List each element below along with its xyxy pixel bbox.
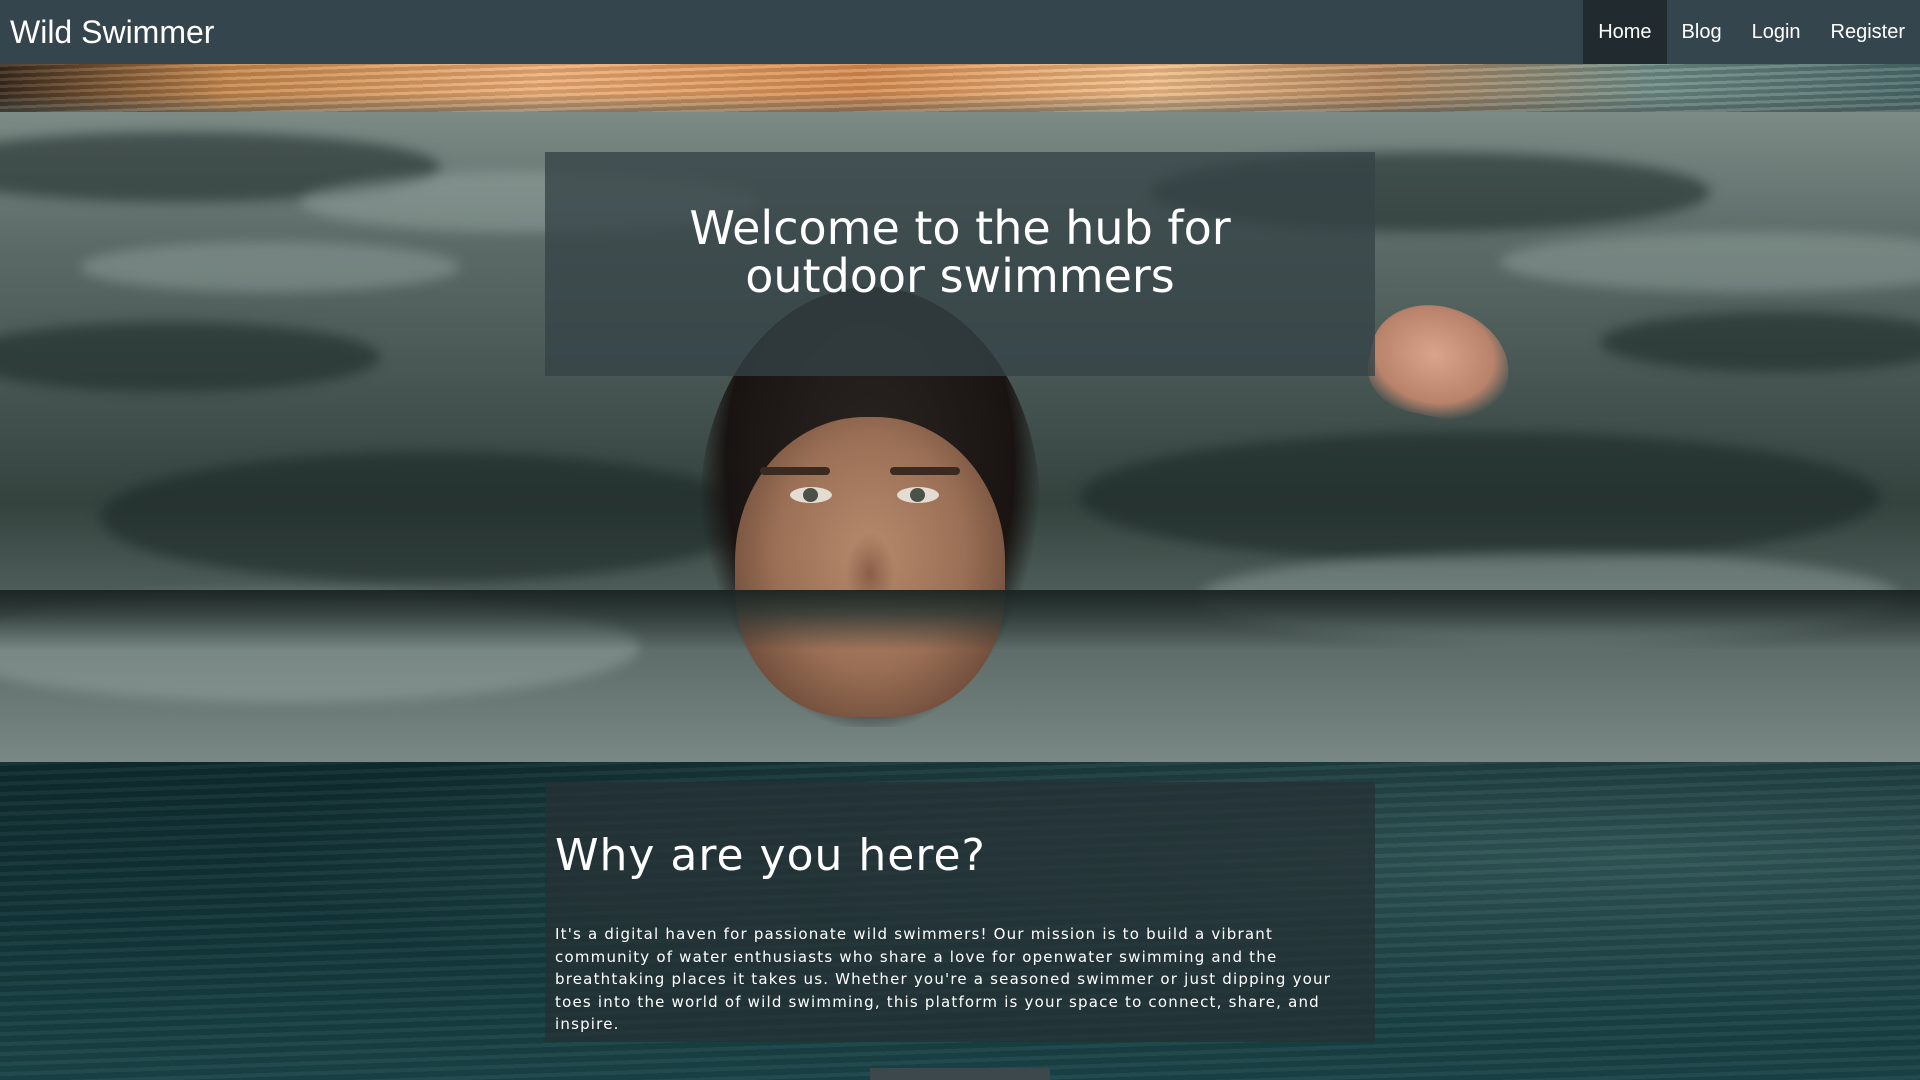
swimmer-eye [897,487,939,503]
nav-links: Home Blog Login Register [1583,0,1920,64]
wave-shape [1600,312,1920,372]
partial-button[interactable] [870,1068,1050,1080]
swimmer-brow [760,467,830,475]
nav-register[interactable]: Register [1816,0,1920,64]
nav-login[interactable]: Login [1737,0,1816,64]
wave-shape [80,242,460,292]
wave-shape [0,322,380,392]
why-section: Why are you here? It's a digital haven f… [545,782,1375,1042]
wave-shape [1500,232,1920,292]
wave-shape [100,452,760,582]
swimmer-nose [845,532,895,592]
nav-blog[interactable]: Blog [1667,0,1737,64]
sunset-water-banner [0,64,1920,112]
swimmer-hand [1360,293,1520,431]
hero-title: Welcome to the hub for outdoor swimmers [689,201,1231,303]
nav-home[interactable]: Home [1583,0,1667,64]
waterline [0,590,1920,650]
why-title: Why are you here? [555,830,986,881]
top-navbar: Wild Swimmer Home Blog Login Register [0,0,1920,64]
hero-overlay-box: Welcome to the hub for outdoor swimmers [545,152,1375,376]
site-brand[interactable]: Wild Swimmer [0,14,214,51]
wave-shape [1080,432,1880,562]
swimmer-eye [790,487,832,503]
why-description: It's a digital haven for passionate wild… [555,925,1332,1033]
swimmer-brow [890,467,960,475]
